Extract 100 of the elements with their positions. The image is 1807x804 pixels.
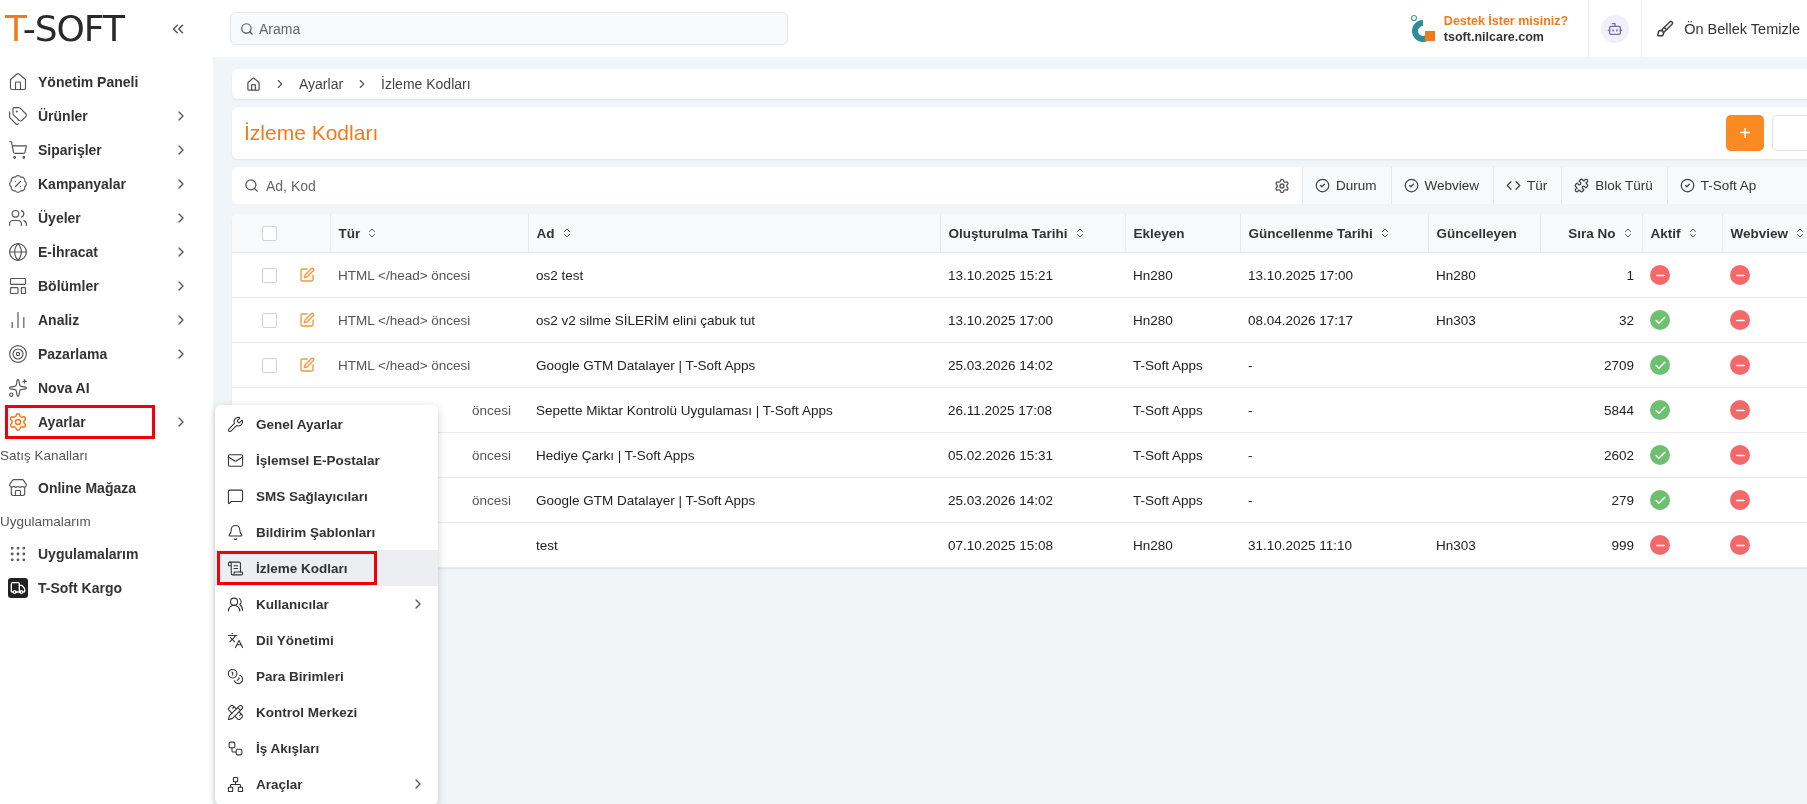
sidebar-item[interactable]: Ayarlar <box>0 405 213 439</box>
table-cell: 13.10.2025 17:00 <box>1248 267 1354 283</box>
column-header[interactable]: Ad <box>528 214 940 253</box>
submenu-item[interactable]: Dil Yönetimi <box>215 622 438 658</box>
sidebar-item[interactable]: Pazarlama <box>0 337 213 371</box>
sidebar-item[interactable]: T-Soft Kargo <box>0 571 213 605</box>
edit-button[interactable] <box>299 312 315 329</box>
table-cell: 07.10.2025 15:08 <box>948 537 1054 553</box>
support-logo-icon <box>1409 13 1436 44</box>
table-cell: 5844 <box>1603 402 1634 418</box>
column-header[interactable]: Webview <box>1722 214 1807 253</box>
edit-button[interactable] <box>299 357 315 374</box>
active-check-icon[interactable] <box>1650 445 1670 465</box>
table-cell: 13.10.2025 17:00 <box>948 312 1054 328</box>
message-icon <box>227 487 244 505</box>
sidebar-item[interactable]: Kampanyalar <box>0 167 213 201</box>
filter-button[interactable]: Blok Türü <box>1561 167 1667 204</box>
filter-button[interactable]: Durum <box>1302 167 1391 204</box>
section-heading: Satış Kanalları <box>0 446 89 465</box>
submenu-item[interactable]: Genel Ayarlar <box>215 406 438 442</box>
table-cell: 31.10.2025 11:10 <box>1248 537 1353 553</box>
wrench-icon <box>227 415 244 433</box>
edit-button[interactable] <box>299 267 315 284</box>
active-check-icon[interactable] <box>1650 490 1670 510</box>
active-check-icon[interactable] <box>1650 355 1670 375</box>
settings-icon <box>1274 177 1290 194</box>
clear-cache-button[interactable]: Ön Bellek Temizle <box>1642 0 1807 57</box>
table-cell: test <box>536 537 558 553</box>
users-icon <box>227 595 244 613</box>
table-cell: T-Soft Apps <box>1133 357 1203 373</box>
sidebar-item[interactable]: Ürünler <box>0 99 213 133</box>
robot-icon <box>1607 20 1624 37</box>
sidebar-item[interactable]: Yönetim Paneli <box>0 65 213 99</box>
submenu-item[interactable]: Kullanıcılar <box>215 586 438 622</box>
table-cell: Google GTM Datalayer | T-Soft Apps <box>536 357 756 373</box>
breadcrumb-link[interactable]: İzleme Kodları <box>381 76 471 92</box>
table-cell: 13.10.2025 15:21 <box>948 267 1054 283</box>
table-cell: 279 <box>1611 492 1634 508</box>
table-cell: Google GTM Datalayer | T-Soft Apps <box>536 492 756 508</box>
column-header[interactable]: Güncellenme Tarihi <box>1240 214 1428 253</box>
logo[interactable]: T-SOFT <box>5 8 124 49</box>
sidebar-item[interactable]: Analiz <box>0 303 213 337</box>
table-cell: 25.03.2026 14:02 <box>948 492 1054 508</box>
support-link[interactable]: tsoft.nilcare.com <box>1443 28 1569 45</box>
submenu-item[interactable]: SMS Sağlayıcıları <box>215 478 438 514</box>
active-check-icon[interactable] <box>1650 310 1670 330</box>
support-title: Destek İster misiniz? <box>1443 12 1569 29</box>
select-all-checkbox[interactable] <box>262 225 277 241</box>
table-cell: 999 <box>1611 537 1634 553</box>
sidebar-item[interactable]: Online Mağaza <box>0 471 213 505</box>
settings-button[interactable] <box>1262 167 1302 204</box>
column-header[interactable]: Tür <box>330 214 528 253</box>
column-header: Ekleyen <box>1125 214 1240 253</box>
table-cell: Hn280 <box>1436 267 1476 283</box>
submenu-item[interactable]: Para Birimleri <box>215 658 438 694</box>
sidebar-item[interactable]: Üyeler <box>0 201 213 235</box>
submenu-item[interactable]: İzleme Kodları <box>215 550 438 586</box>
breadcrumb-link[interactable]: Ayarlar <box>299 76 344 92</box>
coins-icon <box>227 667 244 685</box>
filter-search-field[interactable]: Ad, Kod <box>232 167 1262 204</box>
filter-button[interactable]: T-Soft Ap <box>1666 167 1807 204</box>
column-header[interactable]: Oluşturulma Tarihi <box>940 214 1125 253</box>
scroll-icon <box>227 559 244 577</box>
submenu-item[interactable]: Kontrol Merkezi <box>215 694 438 730</box>
table-cell: Hediye Çarkı | T-Soft Apps <box>536 447 695 463</box>
row-checkbox[interactable] <box>262 267 277 283</box>
submenu-item[interactable]: Bildirim Şablonları <box>215 514 438 550</box>
row-checkbox[interactable] <box>262 312 277 328</box>
table-cell: 1 <box>1626 267 1634 283</box>
home-icon[interactable] <box>246 76 261 92</box>
table-cell: T-Soft Apps <box>1133 447 1203 463</box>
sidebar-item[interactable]: Uygulamalarım <box>0 537 213 571</box>
sidebar-item[interactable]: E-İhracat <box>0 235 213 269</box>
puzzle-icon <box>1574 178 1590 193</box>
assistant-button[interactable] <box>1601 14 1630 43</box>
table-cell: HTML </head> öncesi <box>338 357 471 373</box>
sidebar-item[interactable]: Siparişler <box>0 133 213 167</box>
column-header[interactable]: Sıra No <box>1540 214 1642 253</box>
submenu-item[interactable]: İşlemsel E-Postalar <box>215 442 438 478</box>
table-cell: - <box>1248 447 1253 463</box>
active-check-icon[interactable] <box>1650 400 1670 420</box>
check-circle-icon <box>1679 178 1695 193</box>
sidebar-item[interactable]: Nova AI <box>0 371 213 405</box>
table-cell: 05.02.2026 15:31 <box>948 447 1054 463</box>
sidebar-item[interactable]: Bölümler <box>0 269 213 303</box>
mail-icon <box>227 451 244 469</box>
filter-button[interactable]: Tür <box>1493 167 1562 204</box>
page-title: İzleme Kodları <box>244 121 380 145</box>
submenu-item[interactable]: Araçlar <box>215 766 438 802</box>
language-icon <box>227 631 244 649</box>
check-circle-icon <box>1403 178 1419 193</box>
row-checkbox[interactable] <box>262 357 277 373</box>
table-cell: os2 v2 silme SİLERİM elini çabuk tut <box>536 312 756 328</box>
search-field[interactable]: Arama <box>230 12 788 45</box>
table-cell: Sepette Miktar Kontrolü Uygulaması | T-Soft Apps <box>536 402 833 418</box>
table-cell: - <box>1248 357 1253 373</box>
filter-button[interactable]: Webview <box>1390 167 1494 204</box>
submenu-item[interactable]: İş Akışları <box>215 730 438 766</box>
column-header[interactable]: Aktif <box>1642 214 1722 253</box>
table-cell: 32 <box>1618 312 1634 328</box>
